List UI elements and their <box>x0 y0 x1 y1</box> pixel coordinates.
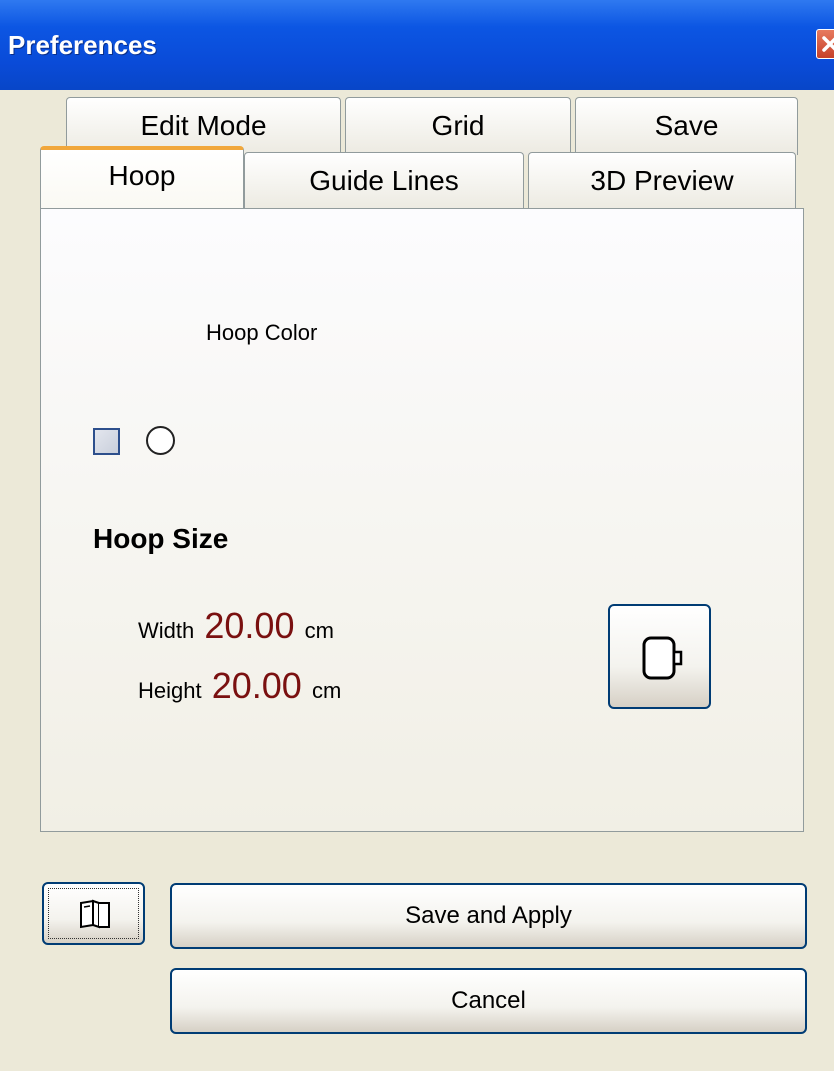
tab-save[interactable]: Save <box>575 97 798 155</box>
hoop-size-heading: Hoop Size <box>93 523 229 554</box>
tab-label: Guide Lines <box>309 165 459 196</box>
tab-label: Grid <box>431 110 485 141</box>
hoop-color-label: Hoop Color <box>206 320 318 345</box>
window-title: Preferences <box>8 30 157 60</box>
title-bar[interactable]: Preferences <box>0 0 834 90</box>
close-icon <box>822 36 834 52</box>
height-unit: cm <box>311 678 342 703</box>
hoop-orientation-icon <box>642 636 683 680</box>
width-unit: cm <box>304 618 334 643</box>
height-label: Height <box>138 678 202 703</box>
preferences-window: Preferences Edit Mode Grid Save Hoop Gui… <box>0 0 834 1071</box>
circle-hoop-shape-icon[interactable] <box>146 426 175 455</box>
tab-label: 3D Preview <box>590 165 734 196</box>
width-value[interactable]: 20.00 <box>204 605 294 646</box>
close-button[interactable] <box>816 29 834 59</box>
height-row: Height 20.00 cm <box>138 665 341 707</box>
tab-guide-lines[interactable]: Guide Lines <box>244 152 524 210</box>
help-button[interactable] <box>42 882 145 945</box>
tab-label: Save <box>654 110 719 141</box>
book-icon <box>80 899 110 929</box>
tab-label: Edit Mode <box>140 110 267 141</box>
tab-hoop[interactable]: Hoop <box>40 146 244 208</box>
hoop-orientation-button[interactable] <box>608 604 711 709</box>
tab-3d-preview[interactable]: 3D Preview <box>528 152 796 210</box>
cancel-button[interactable]: Cancel <box>170 968 807 1034</box>
height-value[interactable]: 20.00 <box>212 665 302 706</box>
save-and-apply-button[interactable]: Save and Apply <box>170 883 807 949</box>
width-label: Width <box>138 618 195 643</box>
tab-grid[interactable]: Grid <box>345 97 571 155</box>
tab-label: Hoop <box>108 160 176 191</box>
square-hoop-shape-icon[interactable] <box>93 428 120 455</box>
width-row: Width 20.00 cm <box>138 605 334 647</box>
hoop-tab-panel <box>40 208 804 832</box>
